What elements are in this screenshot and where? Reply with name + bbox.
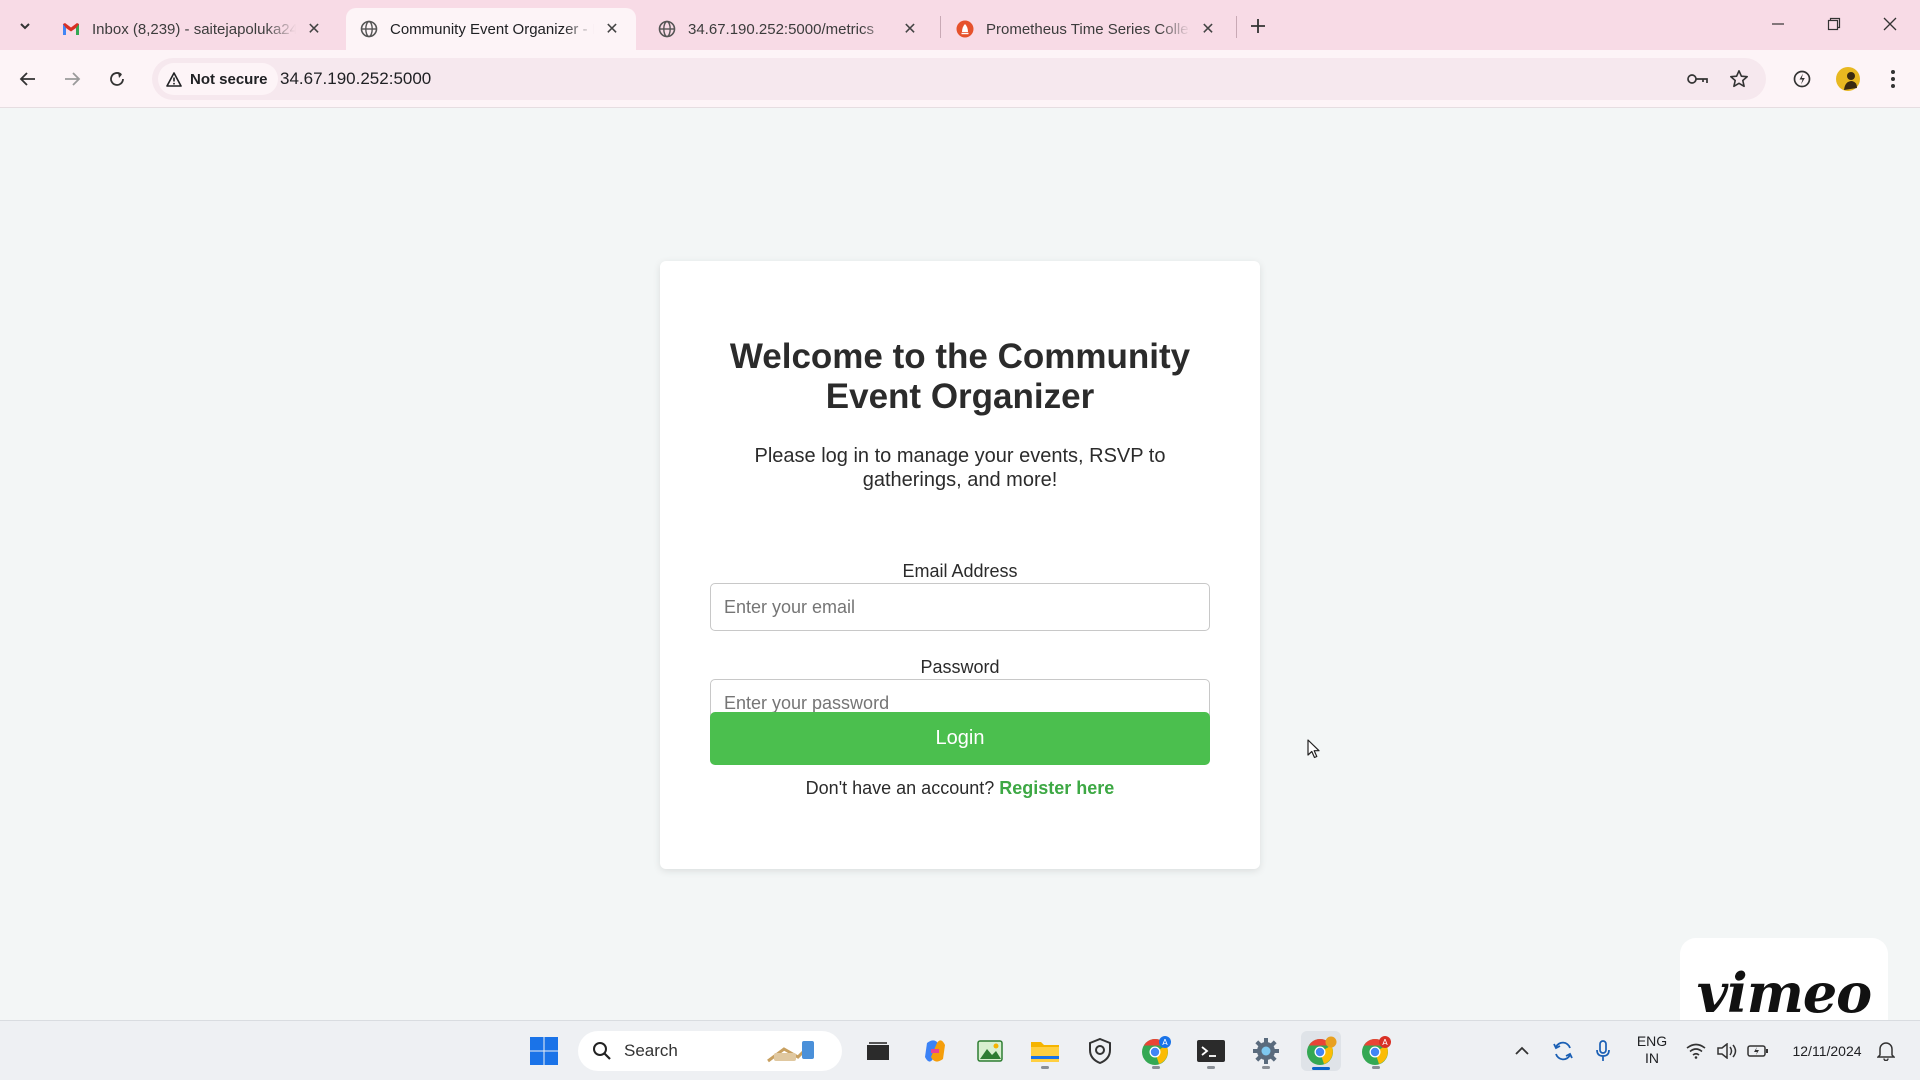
page-subtitle: Please log in to manage your events, RSV… [754,445,1166,491]
notification-bell-icon[interactable] [1866,1031,1906,1071]
tab-metrics[interactable]: 34.67.190.252:5000/metrics ✕ [644,8,934,50]
profile-avatar[interactable] [1832,63,1864,95]
bookmark-star-icon[interactable] [1723,63,1755,95]
chrome-profile-icon[interactable]: A [1136,1031,1176,1071]
login-button[interactable]: Login [710,712,1210,765]
photos-app-icon[interactable] [970,1031,1010,1071]
site-info-chip[interactable]: Not secure [158,63,278,95]
browser-toolbar: Not secure 34.67.190.252:5000 [0,50,1920,108]
svg-text:A: A [1162,1038,1168,1047]
warning-icon [166,71,182,87]
chrome-icon[interactable] [1301,1031,1341,1071]
login-card: Welcome to the Community Event Organizer… [660,261,1260,869]
close-icon[interactable]: ✕ [1198,19,1218,39]
restore-button[interactable] [1806,0,1862,48]
email-field[interactable] [710,583,1210,631]
copilot-icon[interactable] [915,1031,955,1071]
windows-start-icon[interactable] [524,1031,564,1071]
svg-text:A: A [1382,1038,1388,1047]
url-text[interactable]: 34.67.190.252:5000 [280,58,431,100]
email-label: Email Address [902,561,1018,581]
browser-menu-icon[interactable] [1877,63,1909,95]
battery-icon[interactable] [1740,1031,1776,1071]
tab-strip: Inbox (8,239) - saitejapoluka24@ ✕ Commu… [0,0,1920,50]
globe-icon [658,20,676,38]
running-indicator [1262,1066,1270,1069]
running-indicator [1152,1066,1160,1069]
tab-separator [940,16,941,38]
wifi-icon[interactable] [1678,1031,1714,1071]
tab-title: 34.67.190.252:5000/metrics [688,20,874,38]
reload-button[interactable] [101,63,133,95]
tab-title: Community Event Organizer - Login [390,20,594,38]
page-title: Welcome to the Community Event Organizer [729,337,1191,416]
mouse-cursor-icon [1307,739,1320,759]
chevron-up-icon[interactable] [1502,1031,1542,1071]
register-link[interactable]: Register here [999,778,1114,798]
globe-icon [360,20,378,38]
password-label: Password [920,657,1000,677]
chrome-profile-2-icon[interactable]: A [1356,1031,1396,1071]
search-icon [593,1042,611,1060]
taskbar-search[interactable]: Search [578,1031,842,1071]
tab-title: Prometheus Time Series Collection [986,20,1190,38]
security-label: Not secure [190,70,268,88]
running-indicator [1372,1066,1380,1069]
back-button[interactable] [12,63,44,95]
running-indicator [1207,1066,1215,1069]
running-indicator [1041,1066,1049,1069]
sync-icon[interactable] [1543,1031,1583,1071]
extensions-icon[interactable] [1786,63,1818,95]
search-label: Search [624,1041,678,1060]
tab-community-event-organizer[interactable]: Community Event Organizer - Login ✕ [346,8,636,50]
windows-taskbar: Search A A ENG IN 12/11/2024 [0,1020,1920,1080]
minimize-button[interactable] [1750,0,1806,48]
language-indicator[interactable]: ENG IN [1626,1033,1678,1067]
tab-gmail[interactable]: Inbox (8,239) - saitejapoluka24@ ✕ [48,8,338,50]
clock-date[interactable]: 12/11/2024 [1784,1043,1870,1060]
tab-prometheus[interactable]: Prometheus Time Series Collection ✕ [942,8,1232,50]
register-prompt-line: Don't have an account? Register here [710,778,1210,799]
close-window-button[interactable] [1862,0,1918,48]
tab-title: Inbox (8,239) - saitejapoluka24@ [92,20,296,38]
close-icon[interactable]: ✕ [304,19,324,39]
register-prompt: Don't have an account? [805,778,995,798]
tab-search-dropdown-icon[interactable] [10,11,40,41]
page-content: Welcome to the Community Event Organizer… [0,109,1920,1020]
new-tab-button[interactable] [1243,11,1273,41]
gmail-icon [62,20,80,38]
language-code: ENG [1636,1033,1668,1049]
search-highlight-icon [767,1041,814,1063]
microphone-icon[interactable] [1583,1031,1623,1071]
task-view-icon[interactable] [858,1031,898,1071]
close-icon[interactable]: ✕ [602,19,622,39]
tab-separator [1236,16,1237,38]
prometheus-icon [956,20,974,38]
settings-gear-icon[interactable] [1246,1031,1286,1071]
terminal-icon[interactable] [1191,1031,1231,1071]
active-indicator [1312,1067,1330,1070]
address-bar[interactable]: Not secure 34.67.190.252:5000 [152,58,1766,100]
close-icon[interactable]: ✕ [900,19,920,39]
security-app-icon[interactable] [1080,1031,1120,1071]
file-explorer-icon[interactable] [1025,1031,1065,1071]
region-code: IN [1645,1050,1659,1066]
forward-button[interactable] [56,63,88,95]
password-key-icon[interactable] [1682,63,1714,95]
